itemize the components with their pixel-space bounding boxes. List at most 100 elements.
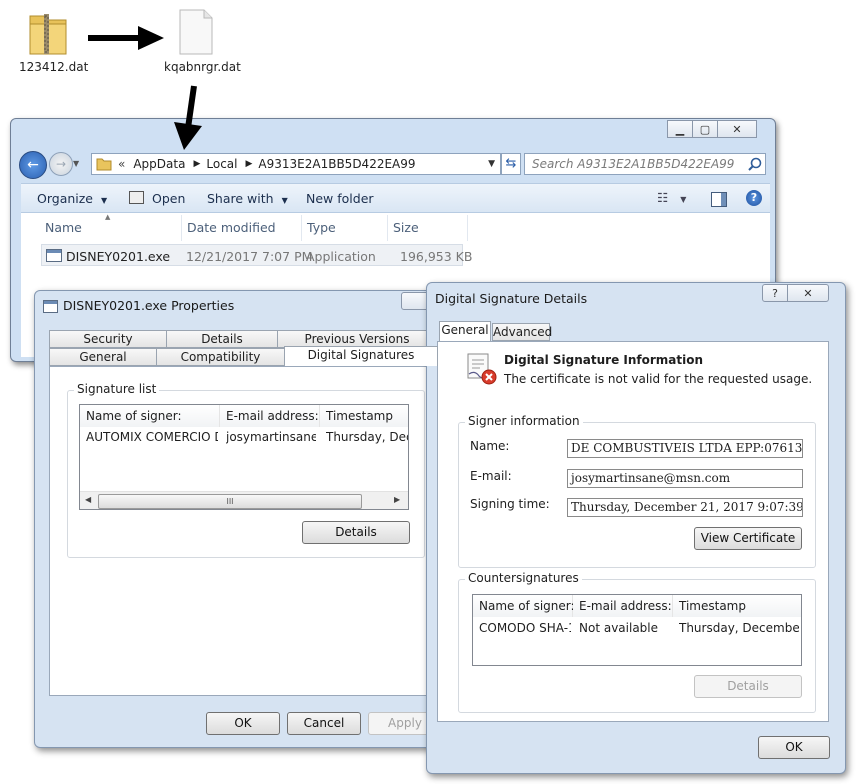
signature-list[interactable]: Name of signer: E-mail address: Timestam… [79,404,409,510]
refresh-icon: ⇆ [505,156,517,171]
file-row[interactable]: DISNEY0201.exe 12/21/2017 7:07 PM Applic… [41,244,472,266]
scrollbar-thumb[interactable]: III [98,494,362,509]
zip-folder-icon [29,14,67,55]
view-options-button[interactable]: ☷ ▼ [657,190,686,205]
blank-file-icon [179,9,213,55]
help-button[interactable]: ? [762,284,788,302]
tab-advanced[interactable]: Advanced [492,323,552,341]
properties-dialog: DISNEY0201.exe Properties Security Detai… [34,290,456,748]
breadcrumb-local[interactable]: Local [206,157,237,171]
search-input[interactable]: Search A9313E2A1BB5D422EA99 [524,153,766,175]
arrow-down-icon [174,85,202,150]
certificate-error-icon [467,353,497,385]
file-size: 196,953 KB [400,249,473,264]
open-icon [129,191,144,204]
tab-security[interactable]: Security [49,330,167,348]
chevron-down-icon: ▼ [680,195,687,204]
column-divider [301,215,302,241]
column-name[interactable]: Name [45,220,82,235]
organize-menu[interactable]: Organize ▼ [37,191,107,206]
countersignature-row[interactable]: COMODO SHA-1... Not available Thursday, … [473,619,801,637]
tab-digital-signatures[interactable]: Digital Signatures [284,346,438,366]
forward-button[interactable]: → [49,152,73,176]
scroll-right-icon[interactable]: ▶ [394,495,400,504]
tab-general[interactable]: General [439,321,491,341]
tab-compatibility[interactable]: Compatibility [156,348,285,366]
search-icon[interactable] [748,157,762,171]
column-signer-name[interactable]: Name of signer: [473,595,575,617]
name-field[interactable]: DE COMBUSTIVEIS LTDA EPP:07613186000101 [567,439,803,458]
signature-row[interactable]: AUTOMIX COMERCIO D... josymartinsane... … [80,428,408,446]
signing-time-field[interactable]: Thursday, December 21, 2017 9:07:39 PM [567,498,803,517]
countersignature-list[interactable]: Name of signer: E-mail address: Timestam… [472,594,802,666]
preview-pane-button[interactable] [711,192,727,207]
column-email[interactable]: E-mail address: [220,405,320,427]
chevron-down-icon: ▼ [100,196,108,205]
chevron-right-icon[interactable]: ▶ [245,159,252,169]
address-dropdown-icon[interactable]: ▼ [488,159,495,169]
breadcrumb-appdata[interactable]: AppData [133,157,185,171]
view-certificate-button[interactable]: View Certificate [694,527,802,550]
horizontal-scrollbar[interactable]: ◀ III ▶ [80,491,408,509]
name-label: Name: [470,439,510,453]
column-email[interactable]: E-mail address: [573,595,673,617]
chevron-right-icon[interactable]: ▶ [193,159,200,169]
breadcrumb-folder[interactable]: A9313E2A1BB5D422EA99 [258,157,415,171]
file-name: DISNEY0201.exe [66,249,171,264]
open-button[interactable]: Open [129,191,185,206]
column-date-modified[interactable]: Date modified [187,220,276,235]
tab-details[interactable]: Details [166,330,278,348]
ok-button[interactable]: OK [758,736,830,759]
chevron-down-icon: ▼ [281,196,288,205]
ok-button[interactable]: OK [206,712,280,735]
signature-details-button[interactable]: Details [302,521,410,544]
help-button[interactable]: ? [746,190,762,206]
refresh-button[interactable]: ⇆ [501,153,521,175]
column-timestamp[interactable]: Timestamp [320,405,408,427]
cs-email: Not available [579,621,659,635]
signature-details-dialog: Digital Signature Details ? ✕ Advanced D… [426,282,846,774]
cancel-button[interactable]: Cancel [287,712,361,735]
signature-details-panel: Digital Signature Information The certif… [437,341,829,722]
close-button[interactable]: ✕ [717,120,757,138]
scroll-left-icon[interactable]: ◀ [85,495,91,504]
signer-timestamp: Thursday, Decem [326,430,408,444]
dat-file-name: kqabnrgr.dat [164,60,241,74]
open-label: Open [151,191,186,206]
share-with-label: Share with [207,191,274,206]
address-bar[interactable]: « AppData ▶ Local ▶ A9313E2A1BB5D422EA99… [91,153,501,175]
column-signer-name[interactable]: Name of signer: [80,405,220,427]
cs-signer-name: COMODO SHA-1... [479,621,571,635]
email-label: E-mail: [470,469,512,483]
arrow-right-icon [88,26,164,50]
column-divider [387,215,388,241]
signer-info-label: Signer information [465,414,583,428]
close-icon: ✕ [803,286,813,300]
file-date: 12/21/2017 7:07 PM [186,249,313,264]
column-timestamp[interactable]: Timestamp [673,595,801,617]
countersignatures-label: Countersignatures [465,571,582,585]
column-divider [467,215,468,241]
dat-file[interactable] [170,8,230,58]
column-divider [181,215,182,241]
organize-label: Organize [37,191,93,206]
column-type[interactable]: Type [307,220,336,235]
exe-file-icon [43,300,58,313]
help-icon: ? [750,191,758,204]
share-with-menu[interactable]: Share with ▼ [207,191,288,206]
minimize-button[interactable]: ▁ [667,120,693,138]
signature-details-title: Digital Signature Details [435,291,588,306]
new-folder-button[interactable]: New folder [306,191,374,206]
signature-list-label: Signature list [74,382,160,396]
countersignature-details-button: Details [694,675,802,698]
column-size[interactable]: Size [393,220,419,235]
maximize-button[interactable]: ▢ [692,120,718,138]
exe-file-icon [46,249,62,262]
history-dropdown[interactable]: ▼ [73,159,79,168]
arrow-left-icon: ← [27,157,39,173]
email-field[interactable]: josymartinsane@msn.com [567,469,803,488]
back-button[interactable]: ← [19,151,47,179]
scroll-grip: III [226,497,234,506]
close-button[interactable]: ✕ [787,284,829,302]
tab-general[interactable]: General [49,348,157,366]
